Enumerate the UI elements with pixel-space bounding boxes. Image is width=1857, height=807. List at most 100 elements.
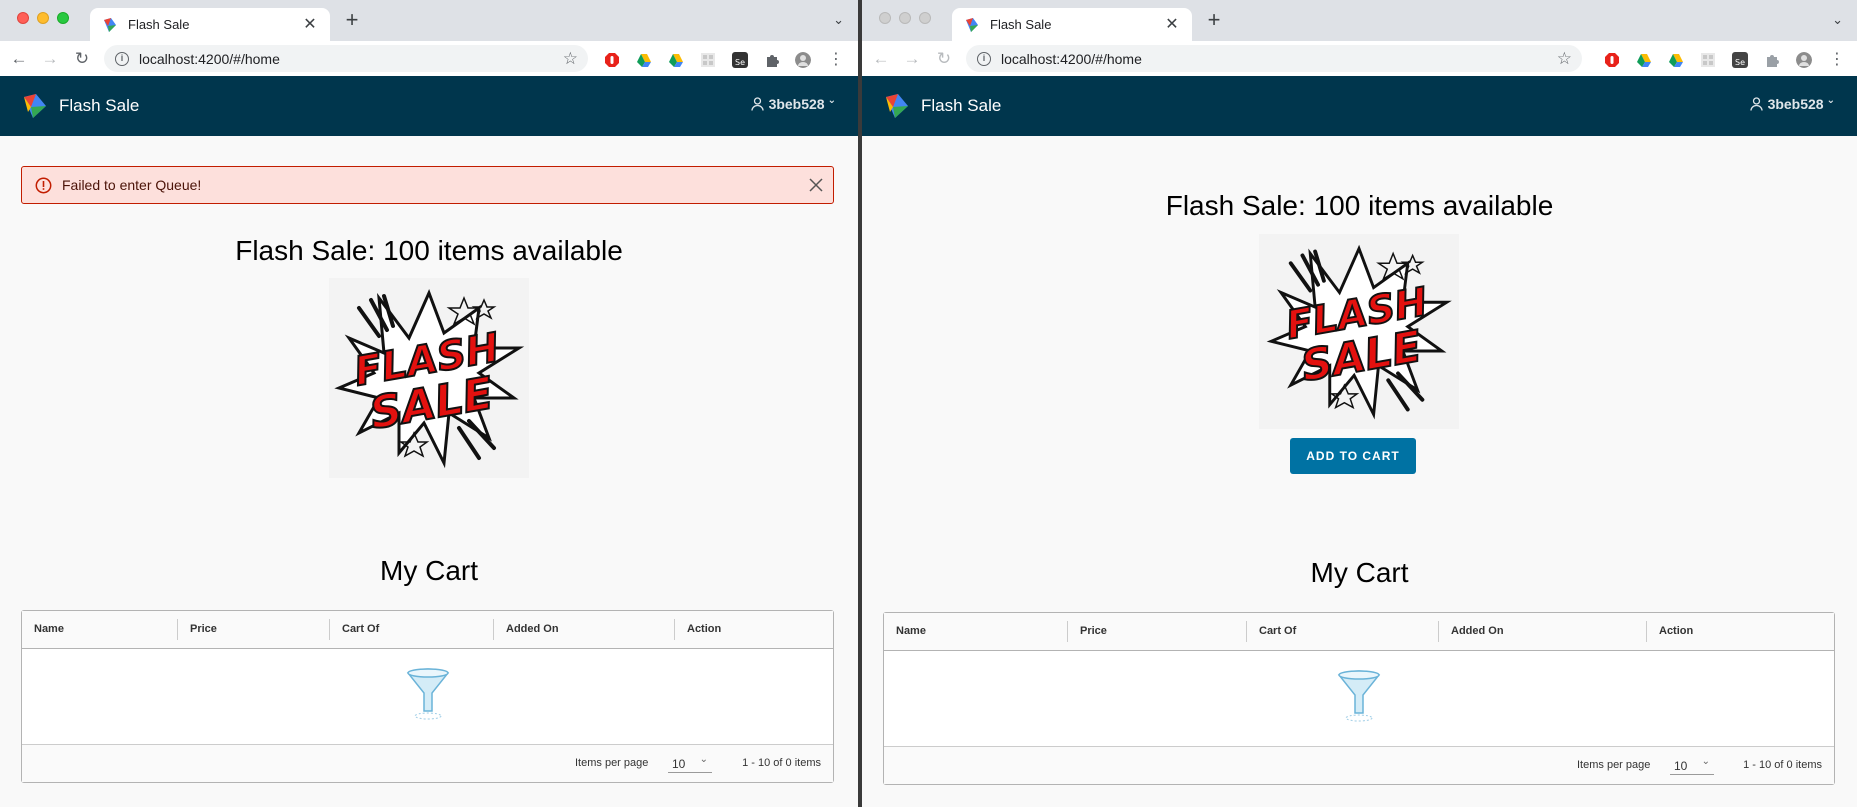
username: 3beb528: [768, 96, 825, 112]
flash-sale-image: FLASH SALE: [1259, 234, 1459, 429]
column-added-on[interactable]: Added On: [494, 611, 675, 648]
flash-sale-image: FLASH SALE: [329, 278, 529, 478]
google-drive-icon[interactable]: [668, 52, 684, 68]
username: 3beb528: [1767, 96, 1824, 112]
items-per-page-select[interactable]: 10 ⌄: [668, 754, 712, 773]
adblock-icon[interactable]: [604, 52, 620, 68]
bookmark-star-icon[interactable]: ☆: [1557, 49, 1572, 69]
items-per-page-label: Items per page: [575, 757, 649, 769]
browser-tab[interactable]: Flash Sale ✕: [952, 8, 1192, 41]
selenium-icon[interactable]: Se: [732, 52, 748, 68]
column-name[interactable]: Name: [22, 611, 178, 648]
column-price[interactable]: Price: [178, 611, 330, 648]
column-action[interactable]: Action: [1647, 613, 1834, 650]
pagination-info: 1 - 10 of 0 items: [742, 757, 821, 769]
error-alert: Failed to enter Queue!: [21, 166, 834, 204]
grid-icon[interactable]: [700, 52, 716, 68]
new-tab-button[interactable]: +: [1204, 9, 1224, 31]
chevron-down-icon: ⌄: [827, 94, 836, 106]
browser-toolbar: ← → ↻ i localhost:4200/#/home ☆ Se ⋮: [0, 41, 858, 77]
datagrid-body: [22, 649, 833, 745]
datagrid-footer: Items per page 10 ⌄ 1 - 10 of 0 items: [884, 746, 1834, 784]
grid-icon[interactable]: [1700, 52, 1716, 68]
tab-search-icon[interactable]: ⌄: [833, 12, 844, 28]
reload-icon[interactable]: ↻: [73, 49, 91, 68]
url-text[interactable]: localhost:4200/#/home: [139, 51, 563, 67]
more-menu-icon[interactable]: ⋮: [1828, 50, 1846, 68]
tab-close-icon[interactable]: ✕: [1164, 16, 1180, 33]
close-window-button[interactable]: [17, 12, 29, 24]
forward-icon[interactable]: →: [41, 49, 59, 68]
tab-strip: Flash Sale ✕ + ⌄: [862, 0, 1857, 41]
address-bar[interactable]: i localhost:4200/#/home ☆: [104, 45, 588, 72]
app-header: Flash Sale 3beb528 ⌄: [0, 76, 858, 136]
chevron-down-icon: ⌄: [699, 754, 708, 765]
items-per-page-select[interactable]: 10 ⌄: [1670, 756, 1714, 775]
app-logo-icon[interactable]: [883, 92, 911, 120]
app-header: Flash Sale 3beb528 ⌄: [862, 76, 1857, 136]
page-headline: Flash Sale: 100 items available: [235, 235, 623, 266]
window-controls: [17, 12, 69, 24]
address-bar[interactable]: i localhost:4200/#/home ☆: [966, 45, 1582, 72]
cart-title: My Cart: [380, 555, 478, 586]
error-icon: [35, 177, 52, 193]
tab-search-icon[interactable]: ⌄: [1832, 12, 1843, 28]
google-drive-icon[interactable]: [1668, 52, 1684, 68]
google-drive-icon[interactable]: [636, 52, 652, 68]
profile-avatar-icon[interactable]: [795, 52, 811, 68]
bookmark-star-icon[interactable]: ☆: [563, 49, 578, 69]
url-text[interactable]: localhost:4200/#/home: [1001, 51, 1557, 67]
empty-funnel-icon: [1337, 670, 1381, 722]
puzzle-icon[interactable]: [1764, 52, 1780, 68]
app-logo-icon[interactable]: [21, 92, 49, 120]
browser-tab[interactable]: Flash Sale ✕: [90, 8, 330, 41]
tab-title: Flash Sale: [128, 17, 190, 32]
app-name[interactable]: Flash Sale: [59, 96, 139, 116]
tab-close-icon[interactable]: ✕: [302, 16, 318, 33]
back-icon[interactable]: ←: [10, 49, 28, 68]
cart-datagrid: Name Price Cart Of Added On Action Items…: [21, 610, 834, 783]
page-headline: Flash Sale: 100 items available: [1165, 190, 1554, 221]
column-action[interactable]: Action: [675, 611, 833, 648]
close-icon[interactable]: [809, 178, 823, 192]
cart-datagrid: Name Price Cart Of Added On Action Items…: [883, 612, 1835, 785]
user-menu[interactable]: 3beb528 ⌄: [750, 94, 836, 112]
maximize-window-button[interactable]: [919, 12, 931, 24]
site-info-icon[interactable]: i: [977, 51, 991, 66]
user-icon: [1749, 97, 1763, 111]
profile-avatar-icon[interactable]: [1796, 52, 1812, 68]
column-cart-of[interactable]: Cart Of: [1247, 613, 1439, 650]
favicon-icon: [966, 17, 978, 32]
column-added-on[interactable]: Added On: [1439, 613, 1647, 650]
google-drive-icon[interactable]: [1636, 52, 1652, 68]
reload-icon[interactable]: ↻: [935, 49, 953, 68]
minimize-window-button[interactable]: [899, 12, 911, 24]
adblock-icon[interactable]: [1604, 52, 1620, 68]
cart-title: My Cart: [1310, 557, 1409, 588]
chevron-down-icon: ⌄: [1701, 756, 1710, 767]
maximize-window-button[interactable]: [57, 12, 69, 24]
tab-strip: Flash Sale ✕ + ⌄: [0, 0, 858, 41]
selenium-icon[interactable]: Se: [1732, 52, 1748, 68]
column-cart-of[interactable]: Cart Of: [330, 611, 494, 648]
close-window-button[interactable]: [879, 12, 891, 24]
more-menu-icon[interactable]: ⋮: [827, 50, 845, 68]
minimize-window-button[interactable]: [37, 12, 49, 24]
items-per-page-label: Items per page: [1577, 759, 1651, 771]
svg-text:Se: Se: [1735, 58, 1745, 67]
column-price[interactable]: Price: [1068, 613, 1247, 650]
back-icon[interactable]: ←: [872, 49, 890, 68]
tab-title: Flash Sale: [990, 17, 1052, 32]
forward-icon[interactable]: →: [903, 49, 921, 68]
user-icon: [750, 97, 764, 111]
browser-toolbar: ← → ↻ i localhost:4200/#/home ☆ Se ⋮: [862, 41, 1857, 77]
site-info-icon[interactable]: i: [115, 51, 129, 66]
new-tab-button[interactable]: +: [342, 9, 362, 31]
alert-message: Failed to enter Queue!: [62, 177, 202, 193]
puzzle-icon[interactable]: [764, 52, 780, 68]
user-menu[interactable]: 3beb528 ⌄: [1749, 95, 1835, 112]
column-name[interactable]: Name: [884, 613, 1068, 650]
window-controls: [879, 12, 931, 24]
add-to-cart-button[interactable]: ADD TO CART: [1290, 438, 1416, 474]
app-name[interactable]: Flash Sale: [921, 96, 1001, 116]
